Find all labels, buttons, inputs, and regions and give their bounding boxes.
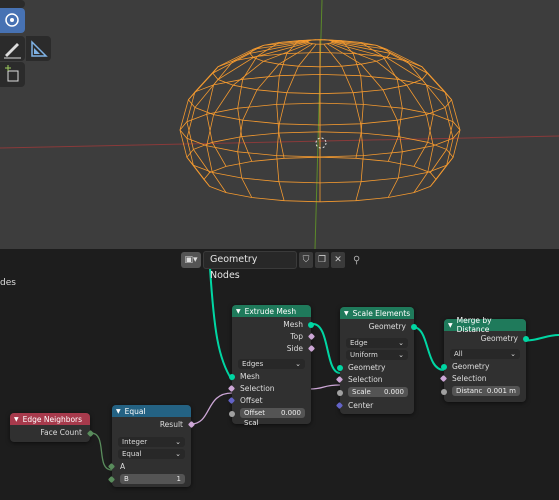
collapse-chevron-icon: ▼	[344, 309, 349, 317]
node-header[interactable]: ▼ Extrude Mesh	[232, 305, 311, 317]
output-top: Top	[232, 331, 316, 343]
collapse-chevron-icon: ▼	[14, 415, 19, 423]
node-editor[interactable]: ▣▾ Geometry Nodes ⛉ ❐ ✕ ⚲ des ▼ Edge Neig…	[0, 249, 559, 500]
duplicate-icon[interactable]: ❐	[315, 252, 329, 268]
input-distance[interactable]: Distanc 0.001 m	[441, 386, 526, 399]
input-selection: Selection	[227, 383, 311, 395]
input-scale[interactable]: Scale 0.000	[337, 387, 414, 400]
output-face-count: Face Count	[10, 425, 95, 442]
node-tree-name[interactable]: Geometry Nodes	[203, 251, 297, 281]
node-extrude-mesh[interactable]: ▼ Extrude Mesh Mesh Top Side Edges ⌄ Mesh …	[227, 305, 316, 427]
collapse-chevron-icon: ▼	[116, 407, 121, 415]
socket[interactable]	[441, 364, 447, 370]
collapse-chevron-icon: ▼	[448, 321, 453, 329]
output-geometry: Geometry	[340, 321, 417, 333]
node-edge-neighbors[interactable]: ▼ Edge Neighbors Face Count	[10, 413, 95, 442]
socket[interactable]	[229, 411, 235, 417]
input-offset: Offset	[227, 395, 311, 407]
measure-tool[interactable]	[26, 36, 51, 61]
3d-viewport[interactable]	[0, 0, 559, 249]
close-icon[interactable]: ✕	[331, 252, 345, 268]
editor-header: ▣▾ Geometry Nodes ⛉ ❐ ✕ ⚲	[181, 251, 360, 281]
input-b[interactable]: B1	[107, 474, 191, 487]
input-mesh: Mesh	[229, 371, 311, 383]
collapse-chevron-icon: ▼	[236, 307, 241, 315]
mode-dropdown[interactable]: Edges ⌄	[238, 359, 305, 369]
node-header[interactable]: ▼ Equal	[112, 405, 191, 417]
data-type-dropdown[interactable]: Integer ⌄	[118, 437, 185, 447]
chevron-down-icon: ⌄	[175, 438, 181, 446]
input-selection: Selection	[335, 374, 414, 386]
annotate-tool[interactable]	[0, 36, 25, 61]
output-side: Side	[232, 343, 316, 355]
merge-mode-dropdown[interactable]: All ⌄	[450, 349, 520, 359]
socket[interactable]	[441, 389, 447, 395]
output-mesh: Mesh	[232, 319, 314, 331]
input-offset-scale[interactable]: Offset Scal 0.000	[229, 408, 311, 427]
b-value-field[interactable]: B1	[120, 474, 185, 484]
transform-tool[interactable]	[0, 8, 25, 33]
move-tool[interactable]	[0, 0, 25, 8]
chevron-down-icon: ⌄	[295, 360, 301, 368]
editor-type-button[interactable]: ▣▾	[181, 252, 201, 268]
chevron-down-icon: ⌄	[510, 350, 516, 358]
pin-icon[interactable]: ⚲	[353, 255, 360, 266]
output-geometry: Geometry	[444, 333, 529, 345]
fake-user-icon[interactable]: ⛉	[299, 252, 313, 268]
node-scale-elements[interactable]: ▼ Scale Elements Geometry Edge ⌄ Uniform ⌄ …	[335, 307, 417, 414]
node-header[interactable]: ▼ Scale Elements	[340, 307, 414, 319]
node-header[interactable]: ▼ Edge Neighbors	[10, 413, 90, 425]
input-center: Center	[335, 400, 414, 412]
node-merge-by-distance[interactable]: ▼ Merge by Distance Geometry All ⌄ Geometr…	[439, 316, 529, 402]
socket[interactable]	[523, 336, 529, 342]
scale-mode-dropdown[interactable]: Uniform ⌄	[346, 350, 408, 360]
chevron-down-icon: ⌄	[398, 351, 404, 359]
socket[interactable]	[337, 365, 343, 371]
add-cube-tool[interactable]	[0, 62, 25, 87]
offset-scale-field[interactable]: Offset Scal 0.000	[240, 408, 305, 427]
output-result: Result	[112, 419, 196, 431]
viewport-canvas	[0, 0, 559, 249]
editor-side-label: des	[0, 278, 16, 288]
socket[interactable]	[308, 322, 314, 328]
domain-dropdown[interactable]: Edge ⌄	[346, 338, 408, 348]
node-header[interactable]: ▼ Merge by Distance	[444, 316, 526, 334]
scale-field[interactable]: Scale 0.000	[348, 387, 408, 397]
wireframe-mesh	[179, 39, 461, 203]
chevron-down-icon: ⌄	[175, 450, 181, 458]
input-geometry: Geometry	[337, 362, 414, 374]
distance-field[interactable]: Distanc 0.001 m	[452, 386, 520, 396]
node-equal[interactable]: ▼ Equal Result Integer ⌄ Equal ⌄ A B1	[107, 405, 196, 487]
chevron-down-icon: ⌄	[398, 339, 404, 347]
input-selection: Selection	[439, 373, 526, 385]
operation-dropdown[interactable]: Equal ⌄	[118, 449, 185, 459]
socket[interactable]	[411, 324, 417, 330]
input-a: A	[107, 461, 191, 473]
input-geometry: Geometry	[441, 361, 526, 373]
socket[interactable]	[229, 374, 235, 380]
socket[interactable]	[337, 390, 343, 396]
